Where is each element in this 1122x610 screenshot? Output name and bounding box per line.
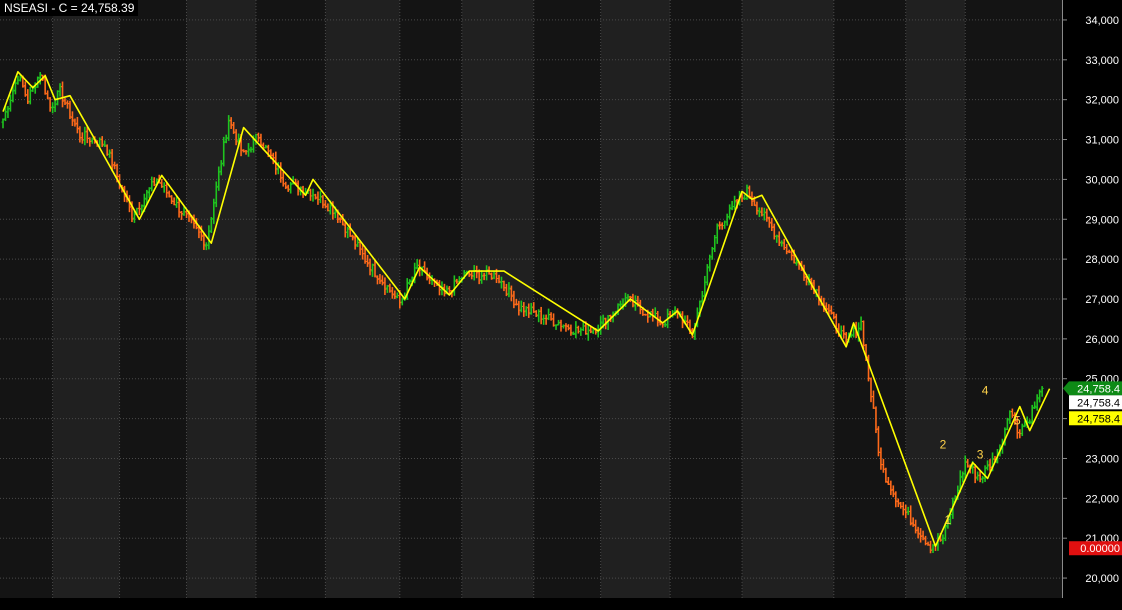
wave-label-5: 5: [1014, 414, 1021, 428]
chart-title: NSEASI - C = 24,758.39: [0, 0, 139, 16]
y-tick-label: 31,000: [1085, 135, 1119, 147]
y-tick-label: 28,000: [1085, 254, 1119, 266]
wave-label-2: 2: [940, 438, 947, 452]
time-band: [255, 0, 326, 598]
bottom-strip: [0, 598, 1122, 610]
zigzag-marker-label: 24,758.4: [1077, 413, 1120, 425]
y-tick-label: 29,000: [1085, 214, 1119, 226]
y-tick-label: 33,000: [1085, 55, 1119, 67]
wave-label-1: 1: [945, 513, 952, 527]
y-tick-label: 34,000: [1085, 15, 1119, 27]
close-marker: 24,758.4: [1063, 381, 1122, 396]
y-tick-label: 30,000: [1085, 174, 1119, 186]
zigzag-marker: 24,758.4: [1069, 411, 1122, 426]
y-tick-label: 26,000: [1085, 334, 1119, 346]
y-tick-label: 27,000: [1085, 294, 1119, 306]
price-marker: 24,758.4: [1069, 395, 1122, 410]
time-band: [186, 0, 256, 598]
indicator-marker-label: 0.00000: [1080, 543, 1120, 555]
close-marker-label: 24,758.4: [1077, 383, 1120, 395]
price-chart[interactable]: 12345 20,00021,00022,00023,00024,00025,0…: [0, 0, 1122, 610]
time-band: [905, 0, 966, 598]
indicator-marker: 0.00000: [1069, 541, 1122, 556]
y-tick-label: 22,000: [1085, 493, 1119, 505]
y-tick-label: 20,000: [1085, 573, 1119, 585]
y-tick-label: 32,000: [1085, 95, 1119, 107]
time-band: [399, 0, 462, 598]
wave-label-4: 4: [982, 384, 989, 398]
wave-label-3: 3: [977, 447, 984, 461]
time-band: [670, 0, 743, 598]
chart-window: 12345 20,00021,00022,00023,00024,00025,0…: [0, 0, 1122, 610]
y-tick-label: 23,000: [1085, 453, 1119, 465]
time-bands: [0, 0, 1122, 610]
price-marker-label: 24,758.4: [1077, 397, 1120, 409]
